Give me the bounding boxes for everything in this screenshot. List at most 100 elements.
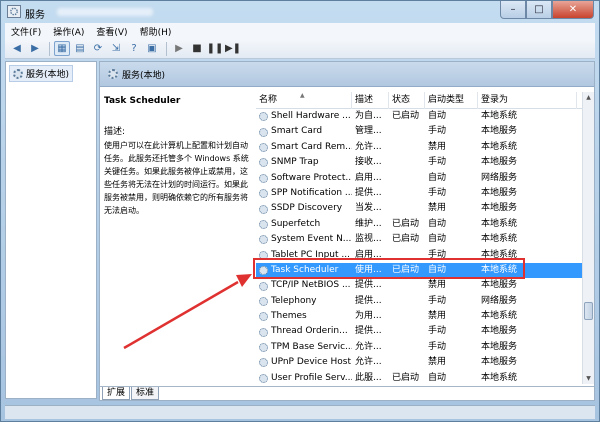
service-description-cell: 提供... <box>355 326 382 337</box>
tab-standard[interactable]: 标准 <box>131 387 160 400</box>
scroll-thumb[interactable] <box>584 302 593 320</box>
service-startup-cell: 自动 <box>428 372 447 383</box>
service-startup-cell: 禁用 <box>428 203 447 214</box>
blurred-title-area <box>57 8 153 16</box>
service-startup-cell: 禁用 <box>428 311 447 322</box>
service-row[interactable]: Superfetch 维护... 已启动 自动 本地系统 <box>256 217 594 232</box>
menu-view[interactable]: 查看(V) <box>96 25 127 38</box>
service-row[interactable]: Smart Card Rem... 允许... 禁用 本地系统 <box>256 140 594 155</box>
service-logon-cell: 本地服务 <box>481 126 518 137</box>
maximize-button[interactable]: □ <box>526 1 552 19</box>
gear-icon <box>259 189 268 199</box>
start-service-icon[interactable]: ▶ <box>171 41 187 56</box>
tree-item-services-local[interactable]: 服务(本地) <box>9 65 74 82</box>
column-header-status[interactable]: 状态 <box>389 92 425 109</box>
service-name-cell: SNMP Trap <box>256 155 352 170</box>
service-name-text: User Profile Serv... <box>271 372 352 383</box>
gear-icon <box>259 142 268 152</box>
column-header-logon-as[interactable]: 登录为 <box>478 92 577 109</box>
vertical-scrollbar[interactable]: ▲ ▼ <box>582 92 594 384</box>
close-button[interactable]: ✕ <box>552 1 594 19</box>
service-logon-cell: 本地服务 <box>481 280 518 291</box>
service-description-cell: 允许... <box>355 357 382 368</box>
gear-icon <box>259 204 268 214</box>
service-name-text: TCP/IP NetBIOS ... <box>271 280 351 291</box>
scroll-up-icon[interactable]: ▲ <box>583 92 594 103</box>
service-row[interactable]: Software Protect... 启用... 自动 网络服务 <box>256 171 594 186</box>
title-bar[interactable]: 服务 – □ ✕ <box>1 1 599 23</box>
properties-icon[interactable]: ▤ <box>72 41 88 56</box>
service-row[interactable]: Smart Card 管理... 手动 本地服务 <box>256 124 594 139</box>
service-row[interactable]: SPP Notification ... 提供... 手动 本地服务 <box>256 186 594 201</box>
service-row[interactable]: Themes 为用... 禁用 本地系统 <box>256 309 594 324</box>
gear-icon <box>259 235 268 245</box>
service-startup-cell: 自动 <box>428 111 447 121</box>
gear-icon <box>259 281 268 291</box>
service-logon-cell: 本地系统 <box>481 234 518 245</box>
menu-action[interactable]: 操作(A) <box>53 25 84 38</box>
gear-icon <box>259 127 268 137</box>
service-name-text: Thread Orderin... <box>271 326 348 337</box>
forward-arrow-icon[interactable]: ▶ <box>27 41 43 56</box>
service-row[interactable]: Thread Orderin... 提供... 手动 本地服务 <box>256 324 594 339</box>
service-description-cell: 为用... <box>355 311 382 322</box>
show-hide-tree-icon[interactable]: ▦ <box>54 41 70 56</box>
service-row[interactable]: Tablet PC Input ... 启用... 手动 本地系统 <box>256 248 594 263</box>
service-row[interactable]: Task Scheduler 使用... 已启动 自动 本地系统 <box>256 262 594 279</box>
service-name-text: SPP Notification ... <box>271 187 352 198</box>
column-header-startup-type[interactable]: 启动类型 <box>425 92 478 109</box>
menu-file[interactable]: 文件(F) <box>11 25 41 38</box>
service-name-cell: Smart Card <box>256 124 352 139</box>
gear-icon <box>259 343 268 353</box>
service-description-cell: 启用... <box>355 249 382 260</box>
service-description-cell: 管理... <box>355 126 382 137</box>
service-row[interactable]: Telephony 提供... 手动 网络服务 <box>256 294 594 309</box>
console-tree: 服务(本地) <box>5 61 97 399</box>
column-header-description[interactable]: 描述 <box>352 92 389 109</box>
menu-help[interactable]: 帮助(H) <box>140 25 172 38</box>
toolbar-separator <box>166 41 167 56</box>
services-pane: 服务(本地) Task Scheduler 描述: 使用户可以在此计算机上配置和… <box>99 61 595 401</box>
service-name-cell: TPM Base Servic... <box>256 340 352 355</box>
back-arrow-icon[interactable]: ◀ <box>9 41 25 56</box>
service-row[interactable]: TCP/IP NetBIOS ... 提供... 禁用 本地服务 <box>256 278 594 293</box>
service-row[interactable]: Shell Hardware ... 为自... 已启动 自动 本地系统 <box>256 109 594 124</box>
refresh-icon[interactable]: ⟳ <box>90 41 106 56</box>
tab-extended[interactable]: 扩展 <box>102 387 131 400</box>
service-name-cell: SPP Notification ... <box>256 186 352 201</box>
menu-bar: 文件(F) 操作(A) 查看(V) 帮助(H) <box>5 23 595 39</box>
scroll-down-icon[interactable]: ▼ <box>583 373 594 384</box>
service-row[interactable]: SSDP Discovery 当发... 禁用 本地服务 <box>256 201 594 216</box>
service-name-text: UPnP Device Host <box>271 357 351 368</box>
service-name-cell: Task Scheduler <box>256 263 352 278</box>
console-icon[interactable]: ▣ <box>144 41 160 56</box>
service-startup-cell: 自动 <box>428 218 447 229</box>
service-name-cell: Telephony <box>256 294 352 309</box>
stop-service-icon[interactable]: ■ <box>189 41 205 56</box>
service-row[interactable]: UPnP Device Host 允许... 禁用 本地服务 <box>256 355 594 370</box>
minimize-button[interactable]: – <box>500 1 526 19</box>
service-logon-cell: 网络服务 <box>481 172 518 183</box>
service-row[interactable]: System Event N... 监视... 已启动 自动 本地系统 <box>256 232 594 247</box>
description-text: 使用户可以在此计算机上配置和计划自动任务。此服务还托管多个 Windows 系统… <box>104 141 249 215</box>
service-startup-cell: 禁用 <box>428 357 447 368</box>
pause-service-icon[interactable]: ❚❚ <box>207 41 224 56</box>
service-startup-cell: 手动 <box>428 126 447 137</box>
service-description-panel: Task Scheduler 描述: 使用户可以在此计算机上配置和计划自动任务。… <box>104 96 254 217</box>
service-row[interactable]: User Profile Serv... 此服... 已启动 自动 本地系统 <box>256 371 594 384</box>
selected-service-name: Task Scheduler <box>104 96 181 106</box>
help-icon[interactable]: ? <box>126 41 142 56</box>
view-tabs: 扩展 标准 <box>100 386 594 400</box>
restart-service-icon[interactable]: ▶❚ <box>225 41 241 56</box>
sort-ascending-icon: ▲ <box>300 92 305 99</box>
service-status-cell: 已启动 <box>392 264 420 275</box>
export-list-icon[interactable]: ⇲ <box>108 41 124 56</box>
service-row[interactable]: SNMP Trap 接收... 手动 本地服务 <box>256 155 594 170</box>
service-row[interactable]: TPM Base Servic... 允许... 手动 本地服务 <box>256 340 594 355</box>
service-description-cell: 维护... <box>355 218 382 229</box>
list-header: ▲ 名称 描述 状态 启动类型 登录为 <box>256 92 594 109</box>
service-name-text: Software Protect... <box>271 172 352 183</box>
service-name-cell: Shell Hardware ... <box>256 109 352 124</box>
service-status-cell: 已启动 <box>392 372 420 383</box>
service-name-text: Themes <box>271 311 307 322</box>
